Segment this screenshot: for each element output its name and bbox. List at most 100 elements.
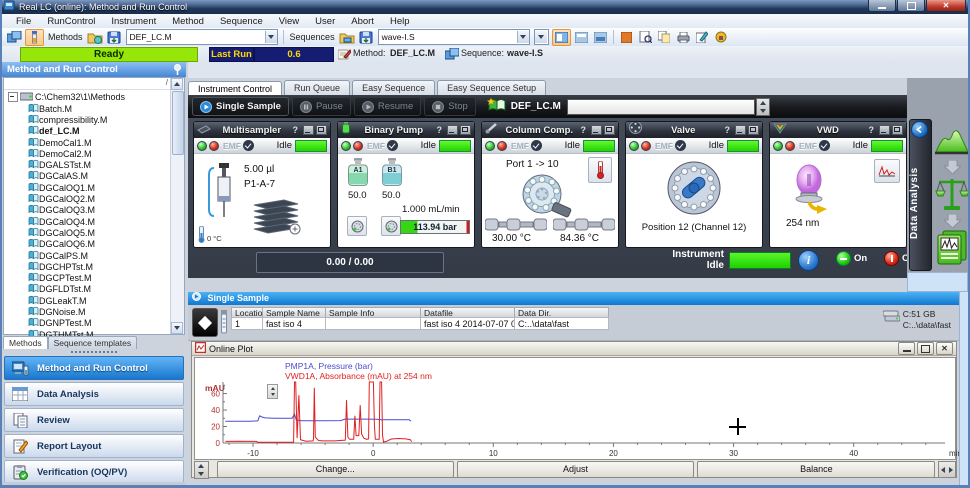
collapse-chevron-icon[interactable] xyxy=(911,121,928,138)
nav-report-layout[interactable]: Report Layout xyxy=(4,434,184,458)
tree-item[interactable]: DGCalOQ5.M xyxy=(6,227,170,238)
menu-sequence[interactable]: Sequence xyxy=(212,15,271,28)
panel-maximize-button[interactable] xyxy=(748,125,759,135)
panel-help-button[interactable]: ? xyxy=(725,125,731,135)
panel-minimize-button[interactable] xyxy=(447,125,458,135)
device-off-led[interactable] xyxy=(209,140,219,151)
scroll-up-icon[interactable] xyxy=(171,78,183,90)
column-temp-right[interactable]: 84.36 °C xyxy=(560,233,599,244)
column-right-icon[interactable] xyxy=(552,218,616,234)
tree-item-current-method[interactable]: def_LC.M xyxy=(6,126,170,137)
tree-item[interactable]: DGCalOQ1.M xyxy=(6,182,170,193)
emf-label[interactable]: EMF xyxy=(511,141,529,151)
save-method-icon[interactable] xyxy=(106,30,123,45)
device-off-led[interactable] xyxy=(353,140,363,151)
snapshot-icon[interactable] xyxy=(618,30,635,45)
menu-method[interactable]: Method xyxy=(164,15,212,28)
device-on-led[interactable] xyxy=(485,140,495,151)
lamp-icon[interactable] xyxy=(790,164,828,217)
nav-verification[interactable]: Verification (OQ/PV) xyxy=(4,460,184,484)
scroll-thumb[interactable] xyxy=(172,91,184,155)
nav-review[interactable]: Review xyxy=(4,408,184,432)
plot-restore-button[interactable] xyxy=(917,342,934,355)
menu-file[interactable]: File xyxy=(8,15,39,28)
panel-minimize-button[interactable] xyxy=(591,125,602,135)
tree-item[interactable]: DGNPTest.M xyxy=(6,318,170,329)
thermometer-button[interactable] xyxy=(588,157,612,183)
tab-easy-sequence-setup[interactable]: Easy Sequence Setup xyxy=(437,80,547,96)
tree-item[interactable]: DGCalOQ3.M xyxy=(6,205,170,216)
channel-a-percent[interactable]: 50.0 xyxy=(348,190,367,201)
emf-label[interactable]: EMF xyxy=(799,141,817,151)
tab-sequence-templates[interactable]: Sequence templates xyxy=(47,336,138,349)
cell-sample-name[interactable]: fast iso 4 xyxy=(262,317,326,330)
nav-method-and-run-control[interactable]: Method and Run Control xyxy=(4,356,184,380)
solvent-bottle-a-icon[interactable]: A1 xyxy=(347,158,369,191)
menu-instrument[interactable]: Instrument xyxy=(103,15,164,28)
panel-maximize-button[interactable] xyxy=(460,125,471,135)
dropdown-arrow-icon[interactable] xyxy=(516,31,529,43)
device-off-led[interactable] xyxy=(641,140,651,151)
cell-location[interactable]: 1 xyxy=(231,317,263,330)
tray-stack-icon[interactable] xyxy=(250,198,302,239)
tree-item[interactable]: compressibility.M xyxy=(6,114,170,125)
emf-label[interactable]: EMF xyxy=(223,141,241,151)
tree-item[interactable]: DGLeakT.M xyxy=(6,295,170,306)
sequence-combobox[interactable]: wave-I.S xyxy=(377,29,530,45)
wavelength[interactable]: 254 nm xyxy=(786,218,819,229)
menu-user[interactable]: User xyxy=(307,15,343,28)
tree-item[interactable]: DGCalAS.M xyxy=(6,171,170,182)
channel-b-percent[interactable]: 50.0 xyxy=(382,190,401,201)
tree-item[interactable]: DGFLDTst.M xyxy=(6,284,170,295)
tree-item[interactable]: DemoCal1.M xyxy=(6,137,170,148)
pump-valve-b-icon[interactable] xyxy=(381,216,401,236)
balance-button[interactable]: Balance xyxy=(697,461,936,478)
menu-runcontrol[interactable]: RunControl xyxy=(39,15,103,28)
scroll-down-icon[interactable] xyxy=(171,322,183,334)
tree-expander-icon[interactable] xyxy=(8,92,18,102)
print-icon[interactable] xyxy=(675,30,692,45)
tree-item[interactable]: DGNoise.M xyxy=(6,306,170,317)
spectrum-button[interactable] xyxy=(874,159,900,183)
panel-minimize-button[interactable] xyxy=(303,125,314,135)
tab-methods[interactable]: Methods xyxy=(3,336,48,349)
device-on-led[interactable] xyxy=(629,140,639,151)
tree-item[interactable]: DGCalOQ2.M xyxy=(6,193,170,204)
device-off-led[interactable] xyxy=(785,140,795,151)
column-port-route[interactable]: Port 1 -> 10 xyxy=(506,159,559,170)
panel-maximize-button[interactable] xyxy=(604,125,615,135)
tree-item[interactable]: DGCalOQ4.M xyxy=(6,216,170,227)
stop-button[interactable]: Stop xyxy=(424,97,476,116)
extra-dropdown[interactable] xyxy=(533,29,549,45)
lock-user-icon[interactable] xyxy=(713,30,730,45)
valve-position[interactable]: Position 12 (Channel 12) xyxy=(626,222,762,233)
run-comment-input[interactable] xyxy=(566,98,755,115)
panel-maximize-button[interactable] xyxy=(316,125,327,135)
plot-vertical-spinner[interactable] xyxy=(194,460,209,479)
tree-root[interactable]: C:\Chem32\1\Methods xyxy=(6,91,170,103)
single-sample-button[interactable]: Single Sample xyxy=(192,97,289,116)
cell-data-dir[interactable]: C:..\data\fast xyxy=(514,317,609,330)
tab-easy-sequence[interactable]: Easy Sequence xyxy=(352,80,436,96)
tree-item[interactable]: DGCalOQ6.M xyxy=(6,239,170,250)
tab-run-queue[interactable]: Run Queue xyxy=(284,80,351,96)
info-button[interactable]: i xyxy=(798,250,819,271)
open-sequence-folder-icon[interactable] xyxy=(339,30,356,45)
tree-item[interactable]: DGALSTst.M xyxy=(6,159,170,170)
sample-mode-button[interactable] xyxy=(192,308,218,337)
balance-scale-icon[interactable] xyxy=(934,176,968,214)
column-valve-icon[interactable] xyxy=(518,173,576,222)
menu-view[interactable]: View xyxy=(271,15,307,28)
device-on-led[interactable] xyxy=(197,140,207,151)
pressure-gauge[interactable]: 113.94 bar xyxy=(400,220,470,234)
plot-close-button[interactable]: ✕ xyxy=(936,342,953,355)
pump-valve-a-icon[interactable] xyxy=(347,216,367,236)
injection-volume[interactable]: 5.00 µl xyxy=(244,164,274,175)
signature-icon[interactable] xyxy=(694,30,711,45)
panel-help-button[interactable]: ? xyxy=(581,125,587,135)
panel-minimize-button[interactable] xyxy=(879,125,890,135)
panel-help-button[interactable]: ? xyxy=(437,125,443,135)
vial-position[interactable]: P1-A-7 xyxy=(244,179,275,190)
instrument-on-button[interactable]: On xyxy=(836,251,871,266)
tree-item[interactable]: DGCalPS.M xyxy=(6,250,170,261)
